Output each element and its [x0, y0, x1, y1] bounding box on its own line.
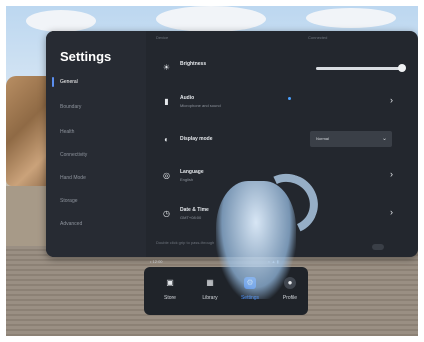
pass-through-toggle[interactable] [372, 244, 384, 250]
nav-active-indicator [52, 77, 54, 87]
sidebar-item-hand-mode[interactable]: Hand Mode [60, 175, 86, 181]
language-sublabel: English [180, 177, 194, 182]
settings-sidebar: Settings General Boundary Health Connect… [46, 31, 146, 257]
vr-scene: Settings General Boundary Health Connect… [6, 6, 418, 336]
sidebar-item-connectivity[interactable]: Connectivity [60, 152, 87, 158]
date-time-label: Date & Time [180, 207, 209, 213]
audio-row[interactable]: ▮ Audio Microphone and sound › [146, 87, 418, 117]
library-icon: ▦ [206, 278, 214, 287]
display-mode-select[interactable]: Normal ⌄ [310, 131, 392, 147]
language-label: Language [180, 169, 204, 175]
store-icon: ▣ [166, 278, 174, 287]
display-mode-label: Display mode [180, 136, 213, 142]
taskbar-store[interactable]: ▣ Store [152, 275, 188, 309]
chevron-right-icon: › [390, 169, 393, 179]
sidebar-item-boundary[interactable]: Boundary [60, 104, 81, 110]
display-mode-row: ◐ Display mode Normal ⌄ [146, 125, 418, 155]
header-left-text: Device [156, 35, 169, 40]
chevron-right-icon: › [390, 207, 393, 217]
brightness-label: Brightness [180, 61, 207, 67]
status-left: • 12:00 [150, 259, 163, 264]
taskbar-label: Store [164, 295, 176, 301]
audio-icon: ▮ [164, 97, 169, 106]
chevron-right-icon: › [390, 95, 393, 105]
globe-icon: ◎ [163, 171, 170, 180]
cloud [156, 6, 266, 32]
sidebar-item-advanced[interactable]: Advanced [60, 221, 82, 227]
sun-icon: ☀ [162, 63, 171, 72]
cloud [306, 8, 396, 28]
chevron-down-icon: ⌄ [382, 136, 388, 142]
sidebar-item-general[interactable]: General [60, 79, 78, 85]
audio-sublabel: Microphone and sound [180, 103, 221, 108]
brightness-row: ☀ Brightness [146, 53, 418, 83]
display-mode-icon: ◐ [164, 135, 169, 144]
sidebar-item-storage[interactable]: Storage [60, 198, 78, 204]
pass-through-hint: Double click grip to pass-through [156, 240, 215, 245]
brightness-slider[interactable] [316, 64, 406, 72]
display-mode-value: Normal [316, 136, 329, 141]
cursor-dot [288, 97, 291, 100]
audio-label: Audio [180, 95, 195, 101]
date-time-sublabel: GMT+08:00 [180, 215, 202, 220]
page-title: Settings [60, 49, 112, 64]
taskbar-label: Library [202, 295, 218, 301]
slider-thumb[interactable] [397, 64, 406, 72]
header-right-text: Connected [308, 35, 328, 40]
slider-fill [316, 67, 402, 70]
sidebar-item-health[interactable]: Health [60, 129, 74, 135]
clock-icon: ◷ [163, 209, 170, 218]
cloud [26, 10, 96, 32]
